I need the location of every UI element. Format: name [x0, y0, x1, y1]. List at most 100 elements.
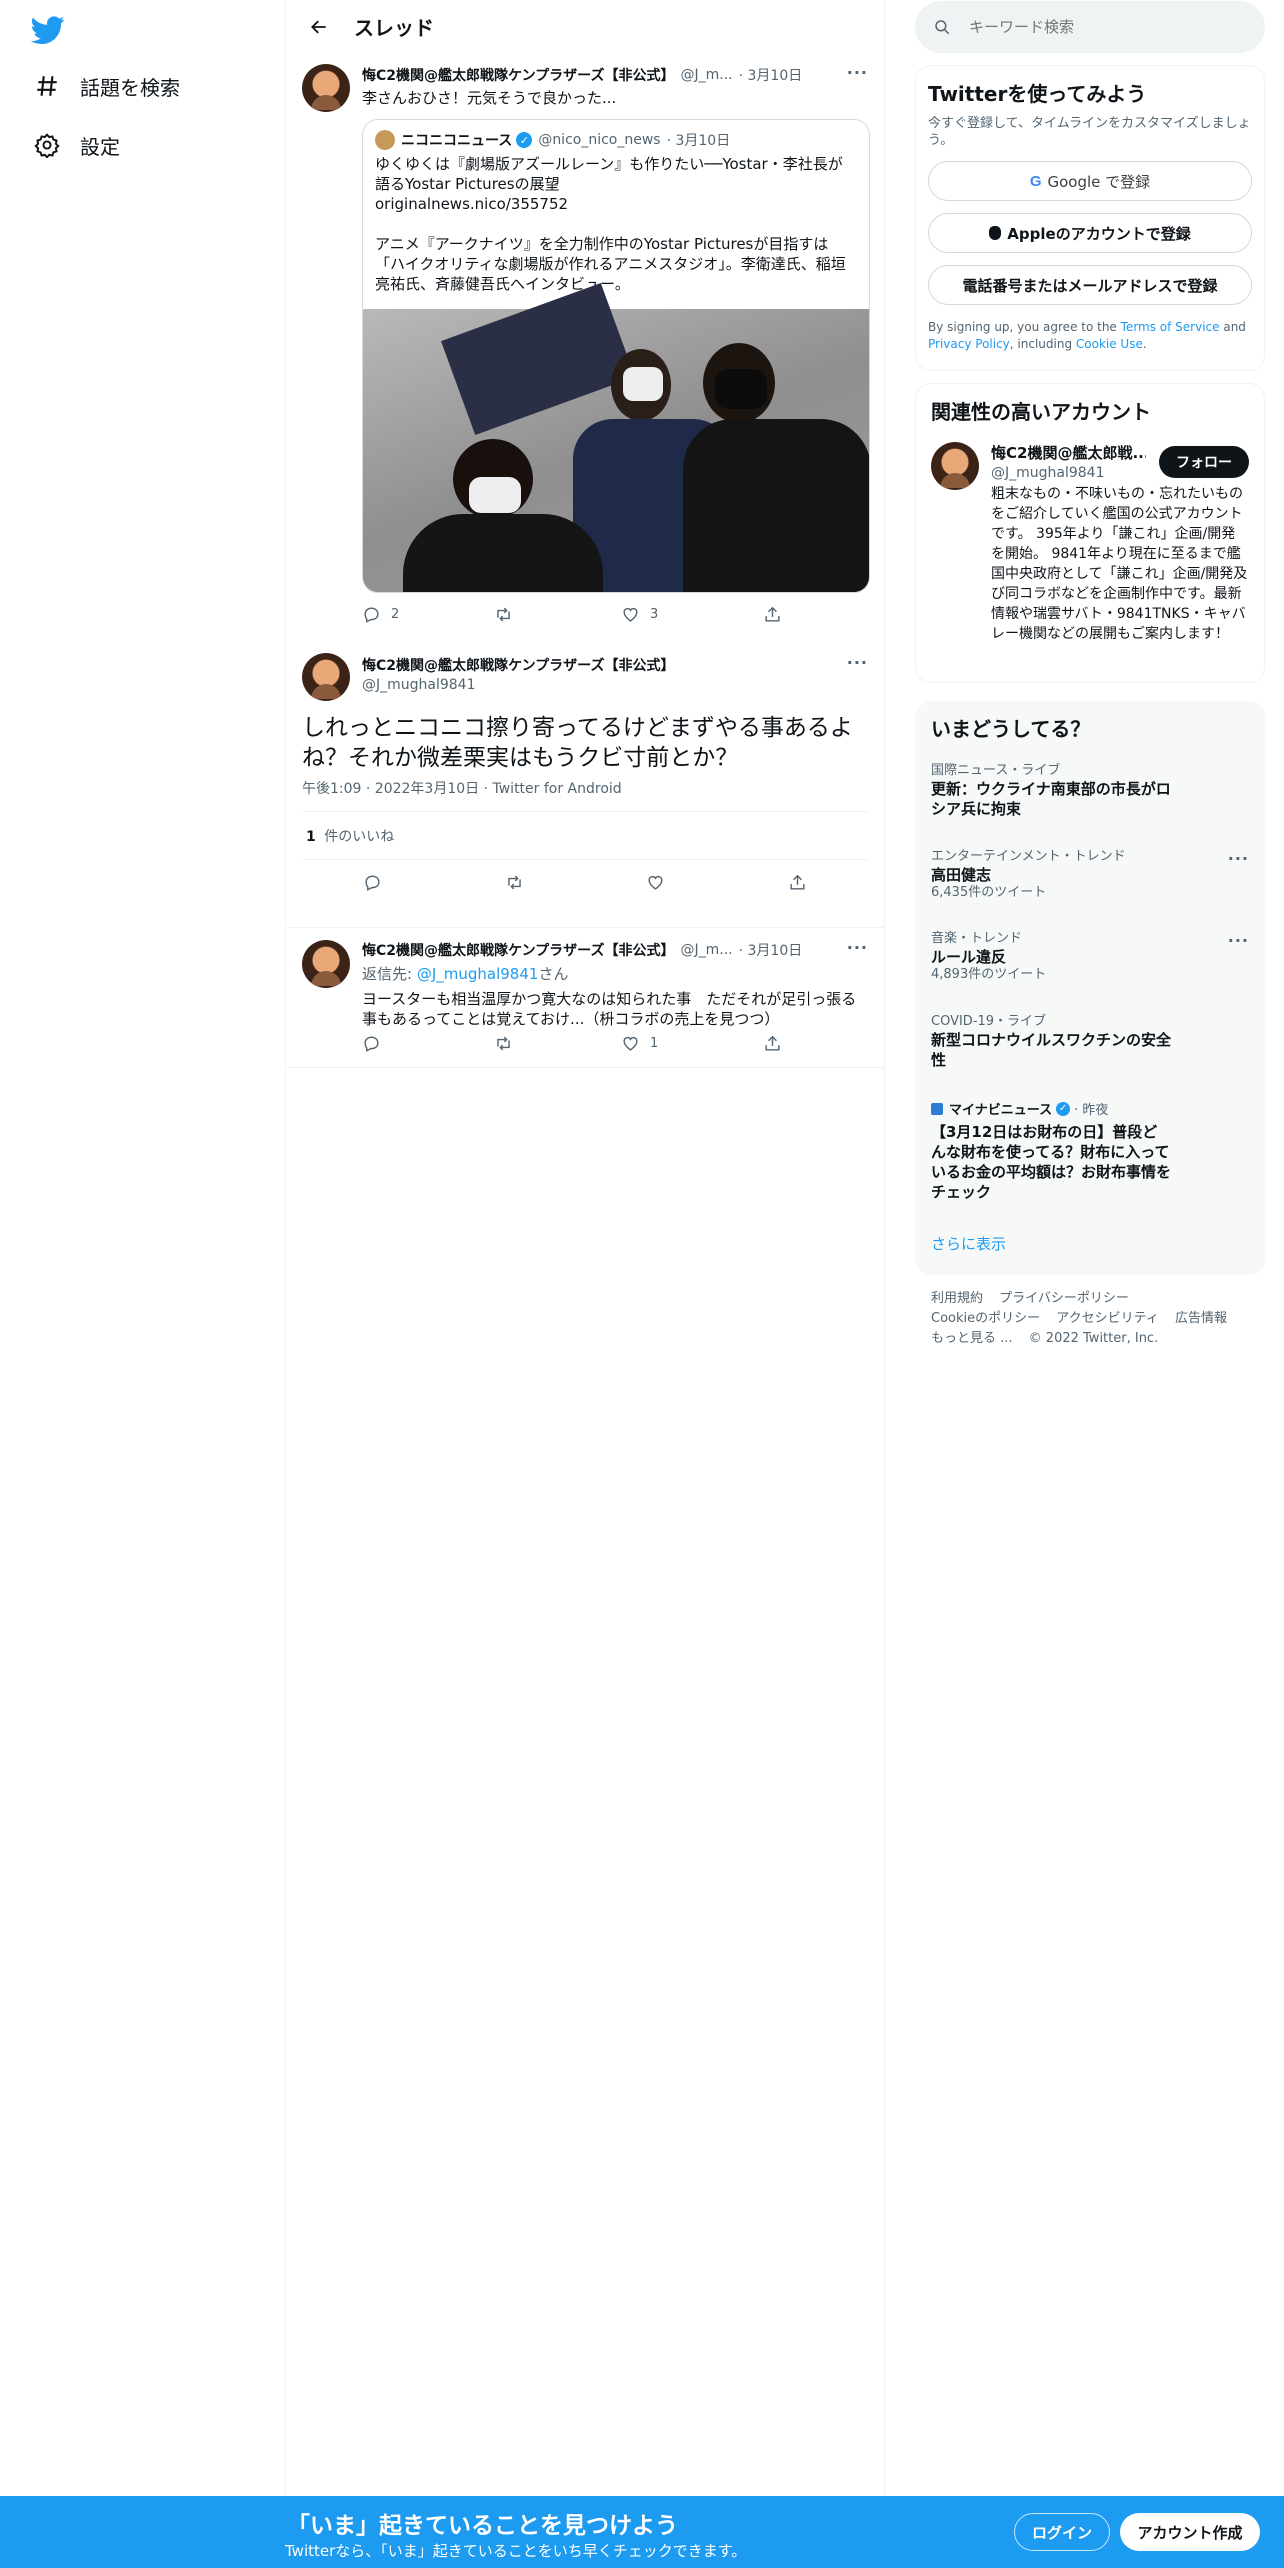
- trend-item[interactable]: エンターテインメント・トレンド 高田健志 6,435件のツイート ···: [915, 839, 1265, 911]
- more-options-icon[interactable]: ···: [847, 653, 868, 672]
- legal-text: , including: [1009, 337, 1076, 351]
- quoted-link: originalnews.nico/355752: [375, 195, 569, 213]
- back-arrow-icon[interactable]: [302, 10, 336, 44]
- tweet-date[interactable]: · 3月10日: [739, 65, 803, 85]
- follow-button[interactable]: フォロー: [1159, 446, 1249, 478]
- trend-item[interactable]: COVID-19・ライブ 新型コロナウイルスワクチンの安全性: [915, 1004, 1265, 1080]
- login-button[interactable]: ログイン: [1014, 2513, 1110, 2551]
- tweet-parent[interactable]: 悔C2機関@艦太郎戦隊ケンプラザーズ【非公式】 @J_m... · 3月10日 …: [286, 53, 884, 641]
- share-button[interactable]: [788, 873, 807, 892]
- tweet-reply[interactable]: 悔C2機関@艦太郎戦隊ケンプラザーズ【非公式】 @J_m... · 3月10日 …: [286, 928, 884, 1068]
- like-button[interactable]: [646, 873, 665, 892]
- footer-cookie-link[interactable]: Cookieのポリシー: [931, 1311, 1040, 1326]
- retweet-button[interactable]: [494, 605, 621, 624]
- verified-badge-icon: ✓: [516, 132, 533, 148]
- footer-more-link[interactable]: もっと見る ...: [931, 1331, 1013, 1346]
- tweet-author-name[interactable]: 悔C2機関@艦太郎戦隊ケンプラザーズ【非公式】: [362, 655, 674, 675]
- share-icon: [765, 606, 780, 622]
- share-button[interactable]: [763, 605, 782, 624]
- footer-tos-link[interactable]: 利用規約: [931, 1291, 983, 1306]
- share-button[interactable]: [763, 1034, 782, 1053]
- signup-desc: 今すぐ登録して、タイムラインをカスタマイズしましょう。: [928, 116, 1251, 148]
- account-name[interactable]: 悔C2機関@艦太郎戦...: [991, 442, 1146, 463]
- avatar[interactable]: [302, 64, 350, 112]
- nav-explore[interactable]: 話題を検索: [33, 64, 180, 108]
- trend-item[interactable]: 国際ニュース・ライブ 更新：ウクライナ南東部の市長がロシア兵に拘束: [915, 753, 1265, 829]
- twitter-logo-icon[interactable]: [30, 13, 65, 47]
- trend-item[interactable]: 音楽・トレンド ルール違反 4,893件のツイート ···: [915, 921, 1265, 993]
- quoted-author-name: ニコニコニュース: [401, 133, 513, 149]
- tweet-meta[interactable]: 午後1:09 · 2022年3月10日 · Twitter for Androi…: [302, 778, 622, 798]
- retweet-icon: [507, 875, 521, 890]
- avatar[interactable]: [931, 442, 979, 490]
- tweet-author-handle[interactable]: @J_m...: [680, 942, 732, 958]
- create-account-button[interactable]: アカウント作成: [1120, 2513, 1260, 2551]
- privacy-link[interactable]: Privacy Policy: [928, 337, 1010, 351]
- more-options-icon[interactable]: ···: [847, 938, 868, 957]
- search-input[interactable]: [969, 18, 1229, 36]
- show-more-link[interactable]: さらに表示: [931, 1233, 1006, 1254]
- avatar[interactable]: [302, 940, 350, 988]
- signup-title: Twitterを使ってみよう: [928, 82, 1147, 106]
- more-options-icon[interactable]: ···: [1228, 931, 1249, 950]
- tweet-author-handle[interactable]: @J_m...: [680, 67, 732, 83]
- account-handle[interactable]: @J_mughal9841: [991, 465, 1146, 481]
- trend-title: 更新：ウクライナ南東部の市長がロシア兵に拘束: [931, 780, 1171, 818]
- tos-link[interactable]: Terms of Service: [1121, 320, 1220, 334]
- trend-count: 6,435件のツイート: [931, 885, 1047, 900]
- like-button[interactable]: 1: [621, 1034, 763, 1053]
- tweet-author-handle[interactable]: @J_mughal9841: [362, 677, 674, 693]
- phone-signup-button[interactable]: 電話番号またはメールアドレスで登録: [928, 265, 1252, 305]
- hashtag-icon: [33, 72, 61, 100]
- reply-suffix: さん: [538, 965, 569, 983]
- news-title: 【3月12日はお財布の日】普段どんな財布を使ってる？財布に入っているお金の平均額…: [931, 1123, 1172, 1201]
- like-button[interactable]: 3: [621, 605, 763, 624]
- reply-button[interactable]: 2: [362, 605, 494, 624]
- reply-icon: [365, 875, 380, 891]
- google-icon: G: [1029, 172, 1042, 190]
- more-options-icon[interactable]: ···: [1228, 849, 1249, 868]
- footer-copyright: © 2022 Twitter, Inc.: [1028, 1331, 1159, 1346]
- quoted-text-2: アニメ『アークナイツ』を全力制作中のYostar Picturesが目指すは「ハ…: [375, 235, 846, 293]
- reply-to-link[interactable]: @J_mughal9841: [417, 965, 539, 983]
- legal-text: and: [1219, 320, 1246, 334]
- trend-title: ルール違反: [931, 948, 1007, 966]
- reply-button[interactable]: [363, 873, 382, 892]
- cookie-link[interactable]: Cookie Use: [1076, 337, 1143, 351]
- like-count: 1: [650, 1036, 659, 1051]
- likes-summary[interactable]: 1 件のいいね: [306, 826, 394, 846]
- footer-ads-link[interactable]: 広告情報: [1175, 1311, 1227, 1326]
- tweet-actions: 1: [362, 1034, 782, 1053]
- avatar[interactable]: [302, 653, 350, 701]
- reply-prefix: 返信先:: [362, 965, 417, 983]
- trend-category: エンターテインメント・トレンド: [931, 849, 1126, 864]
- news-source: マイナビニュース: [949, 1103, 1053, 1118]
- news-item[interactable]: マイナビニュース ✓ · 昨夜 【3月12日はお財布の日】普段どんな財布を使って…: [915, 1089, 1265, 1212]
- legal-text: .: [1142, 337, 1147, 351]
- retweet-button[interactable]: [505, 873, 524, 892]
- tweet-author-name[interactable]: 悔C2機関@艦太郎戦隊ケンプラザーズ【非公式】: [362, 940, 674, 960]
- reply-to-line: 返信先: @J_mughal9841さん: [362, 963, 802, 984]
- quoted-author-handle: @nico_nico_news: [538, 132, 661, 148]
- bottom-signup-bar: 「いま」起きていることを見つけよう Twitterなら、「いま」起きていることを…: [0, 2496, 1284, 2568]
- tweet-main-text: しれっとニコニコ擦り寄ってるけどまずやる事あるよね？それか微差栗実はもうクビ寸前…: [302, 715, 853, 771]
- reply-button[interactable]: [362, 1034, 494, 1053]
- quoted-tweet[interactable]: ニコニコニュース ✓ @nico_nico_news · 3月10日 ゆくゆくは…: [362, 119, 870, 593]
- page-title: スレッド: [354, 16, 434, 40]
- footer-privacy-link[interactable]: プライバシーポリシー: [999, 1291, 1129, 1306]
- retweet-button[interactable]: [494, 1034, 621, 1053]
- tweet-author-name[interactable]: 悔C2機関@艦太郎戦隊ケンプラザーズ【非公式】: [362, 65, 674, 85]
- tweet-date[interactable]: · 3月10日: [739, 940, 803, 960]
- apple-signup-button[interactable]: Appleのアカウントで登録: [928, 213, 1252, 253]
- footer-accessibility-link[interactable]: アクセシビリティ: [1056, 1311, 1159, 1326]
- more-options-icon[interactable]: ···: [847, 63, 868, 82]
- search-bar[interactable]: [915, 1, 1265, 53]
- thread-header: スレッド: [286, 0, 884, 53]
- tweet-main: 悔C2機関@艦太郎戦隊ケンプラザーズ【非公式】 @J_mughal9841 ··…: [286, 641, 884, 927]
- google-signup-button[interactable]: G Google で登録: [928, 161, 1252, 201]
- bottom-title: 「いま」起きていることを見つけよう: [287, 2513, 678, 2539]
- nav-settings[interactable]: 設定: [33, 123, 120, 167]
- signup-legal: By signing up, you agree to the Terms of…: [928, 319, 1252, 353]
- legal-text: By signing up, you agree to the: [928, 320, 1121, 334]
- quoted-image[interactable]: [363, 282, 869, 592]
